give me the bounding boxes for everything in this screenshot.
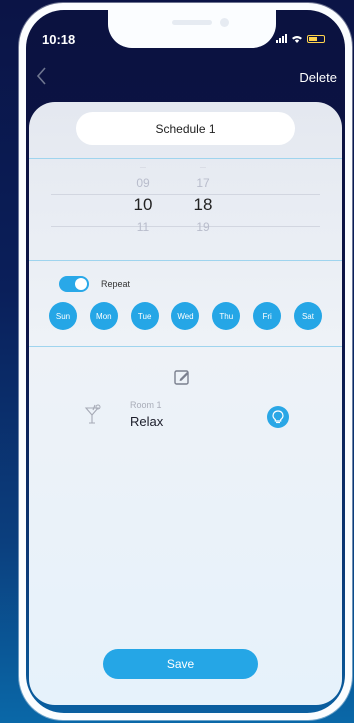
scene-room: Room 1 [130,400,162,410]
bulb-button[interactable] [267,406,289,428]
day-mon[interactable]: Mon [89,302,118,330]
day-wed[interactable]: Wed [171,302,200,330]
schedule-name-input[interactable]: Schedule 1 [76,112,295,145]
picker-faded-value: — [200,165,206,171]
signal-icon [276,34,287,43]
status-time: 10:18 [42,32,76,47]
hour-above: 09 [136,176,150,190]
hour-wheel[interactable]: — 09 10 11 [123,164,163,238]
minute-wheel[interactable]: — 17 18 19 [183,164,223,238]
day-sat[interactable]: Sat [293,302,322,330]
divider [29,158,342,159]
minute-selected: 18 [193,195,213,214]
day-tue[interactable]: Tue [130,302,159,330]
day-selector: Sun Mon Tue Wed Thu Fri Sat [49,302,322,330]
day-thu[interactable]: Thu [212,302,241,330]
hour-below: 11 [136,220,150,234]
delete-button[interactable]: Delete [299,70,337,85]
scene-row[interactable]: Room 1 Relax [84,398,294,438]
phone-frame: 10:18 Delete Schedule 1 — 09 10 11 — 17 … [19,3,352,720]
minute-above: 17 [196,176,210,190]
divider [29,260,342,261]
front-camera [220,18,229,27]
schedule-card: Schedule 1 — 09 10 11 — 17 18 19 Repeat … [29,102,342,705]
save-button[interactable]: Save [103,649,258,679]
hour-selected: 10 [133,195,153,214]
cocktail-icon [84,404,101,424]
divider [29,346,342,347]
repeat-label: Repeat [101,279,131,289]
battery-icon [307,34,325,43]
scene-name: Relax [130,414,164,429]
time-picker[interactable]: — 09 10 11 — 17 18 19 [29,164,342,264]
picker-faded-value: — [140,165,146,171]
edit-icon[interactable] [173,368,191,386]
nav-bar: Delete [26,66,345,94]
repeat-toggle[interactable] [59,276,89,292]
speaker-grill [172,20,212,25]
minute-below: 19 [196,220,210,234]
repeat-row: Repeat [59,276,130,292]
day-sun[interactable]: Sun [49,302,77,330]
bulb-icon [272,410,284,424]
status-icons [276,34,325,43]
back-button[interactable] [36,66,48,86]
app-screen: 10:18 Delete Schedule 1 — 09 10 11 — 17 … [26,10,345,713]
wifi-icon [292,35,302,43]
day-fri[interactable]: Fri [253,302,282,330]
notch [108,10,276,48]
